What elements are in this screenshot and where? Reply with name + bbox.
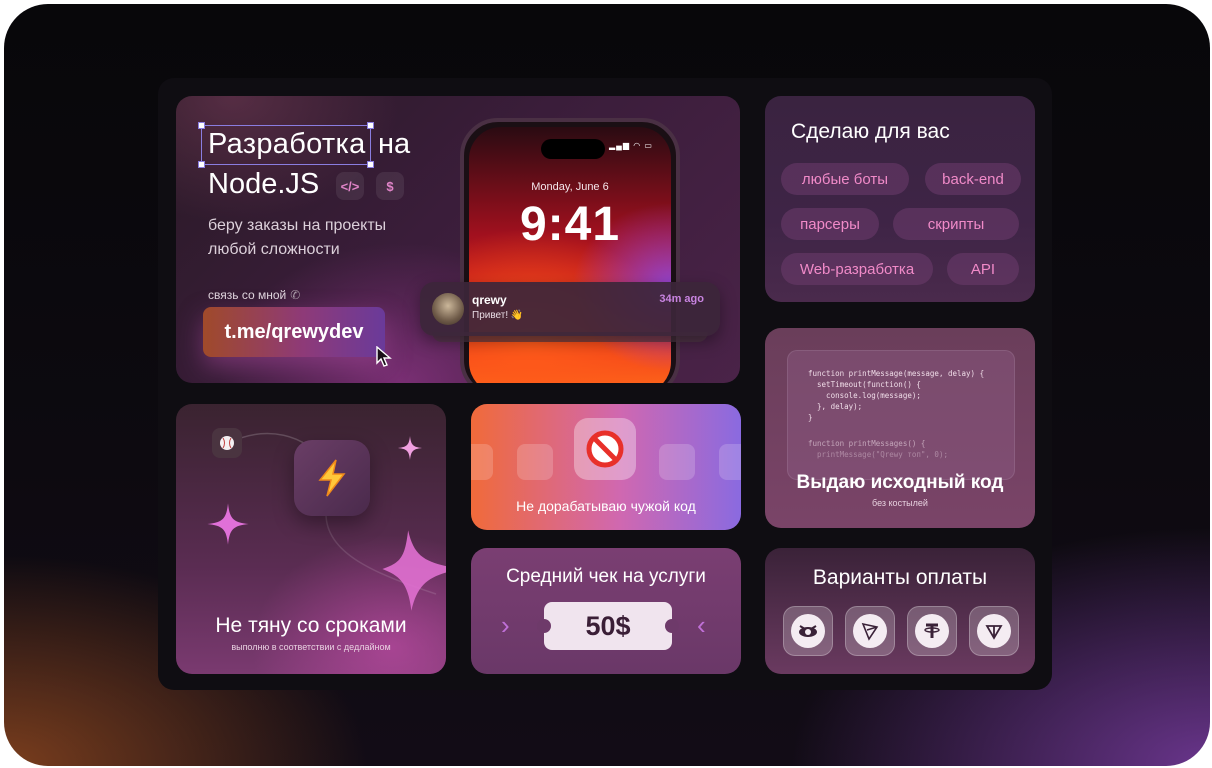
prohibited-icon	[574, 418, 636, 480]
avatar	[432, 293, 464, 325]
selection-handle	[198, 122, 205, 129]
hero-subtitle: беру заказы на проекты любой сложности	[208, 214, 408, 262]
code-subtitle: без костылей	[872, 498, 928, 508]
average-check-card: Средний чек на услуги › 50$ ‹	[471, 548, 741, 674]
notification-sender: qrewy	[472, 293, 507, 307]
code-panel: function printMessage(message, delay) { …	[787, 350, 1015, 480]
phone-mockup: ▂▄▆ ◠ ▭ Monday, June 6 9:41	[460, 118, 680, 383]
lock-date: Monday, June 6	[531, 181, 609, 193]
code-line: setTimeout(function() {	[808, 380, 921, 389]
tile	[659, 444, 695, 480]
sparkle-icon	[207, 503, 249, 545]
deadlines-card: Не тяну со сроками выполню в соответстви…	[176, 404, 446, 674]
selection-handle	[367, 161, 374, 168]
no-foreign-code-title: Не дорабатываю чужой код	[516, 498, 696, 514]
code-line: }	[808, 413, 813, 422]
service-tag[interactable]: back-end	[925, 163, 1021, 195]
code-line: console.log(message);	[808, 391, 921, 400]
code-title: Выдаю исходный код	[796, 472, 1004, 493]
no-foreign-code-card: Не дорабатываю чужой код	[471, 404, 741, 530]
notification[interactable]: qrewy Привет! 👋 34m ago	[420, 282, 720, 336]
code-line: function printMessage(message, delay) {	[808, 369, 985, 378]
tether-icon[interactable]	[907, 606, 957, 656]
tile	[719, 444, 741, 480]
services-card: Сделаю для вас любые боты back-end парсе…	[765, 96, 1035, 302]
service-tag[interactable]: любые боты	[781, 163, 909, 195]
code-icon: </>	[336, 172, 364, 200]
price-ticket: 50$	[544, 602, 672, 650]
lightning-icon	[294, 440, 370, 516]
cursor-icon	[376, 346, 392, 367]
chevron-left-icon: ‹	[697, 610, 706, 640]
deadlines-subtitle: выполню в соответствии с дедлайном	[231, 642, 391, 652]
phone-icon: ✆	[290, 288, 301, 302]
lock-time: 9:41	[519, 198, 621, 251]
deadlines-title: Не тяну со сроками	[215, 614, 407, 637]
service-tag[interactable]: скрипты	[893, 208, 1019, 240]
notification-time: 34m ago	[659, 293, 704, 305]
tron-icon[interactable]	[845, 606, 895, 656]
average-check-title: Средний чек на услуги	[506, 566, 706, 587]
hero-subtitle-line: любой сложности	[208, 241, 340, 258]
sparkle-icon	[398, 436, 422, 460]
status-icons: ▂▄▆ ◠ ▭	[609, 141, 653, 150]
dynamic-island	[541, 139, 605, 159]
hero-subtitle-line: беру заказы на проекты	[208, 217, 387, 234]
baseball-icon	[212, 428, 242, 458]
dollar-icon: $	[376, 172, 404, 200]
selection-handle	[367, 122, 374, 129]
star-icon	[382, 530, 446, 611]
telegram-link-button[interactable]: t.me/qrewydev	[203, 307, 385, 357]
service-tag[interactable]: Web-разработка	[781, 253, 933, 285]
notification-message: Привет! 👋	[472, 310, 524, 321]
source-code-card: function printMessage(message, delay) { …	[765, 328, 1035, 528]
hero-title: Разработка	[208, 128, 366, 160]
chevron-right-icon: ›	[501, 610, 510, 640]
ticket-notch	[665, 619, 679, 633]
contact-label-text: связь со мной	[208, 288, 287, 302]
payments-title: Варианты оплаты	[812, 566, 988, 589]
ticket-notch	[537, 619, 551, 633]
hero-title-suffix: на	[378, 128, 411, 160]
services-title: Сделаю для вас	[791, 120, 950, 143]
service-tag[interactable]: парсеры	[781, 208, 879, 240]
toncoin-icon[interactable]	[969, 606, 1019, 656]
contact-label: связь со мной ✆	[208, 288, 300, 302]
tile	[517, 444, 553, 480]
code-line: function printMessages() {	[808, 439, 926, 448]
cryptobot-icon[interactable]	[783, 606, 833, 656]
selection-handle	[198, 161, 205, 168]
tile	[471, 444, 493, 480]
hero-title-tech: Node.JS	[208, 168, 320, 200]
code-line: }, delay);	[808, 402, 863, 411]
price-value: 50$	[585, 610, 631, 641]
phone-screen: ▂▄▆ ◠ ▭ Monday, June 6 9:41	[469, 127, 671, 383]
code-line: printMessage("Qrewy топ", 0);	[808, 450, 948, 459]
payments-card: Варианты оплаты	[765, 548, 1035, 674]
hero-card: Разработка на Node.JS </> $ беру заказы …	[176, 96, 740, 383]
service-tag[interactable]: API	[947, 253, 1019, 285]
